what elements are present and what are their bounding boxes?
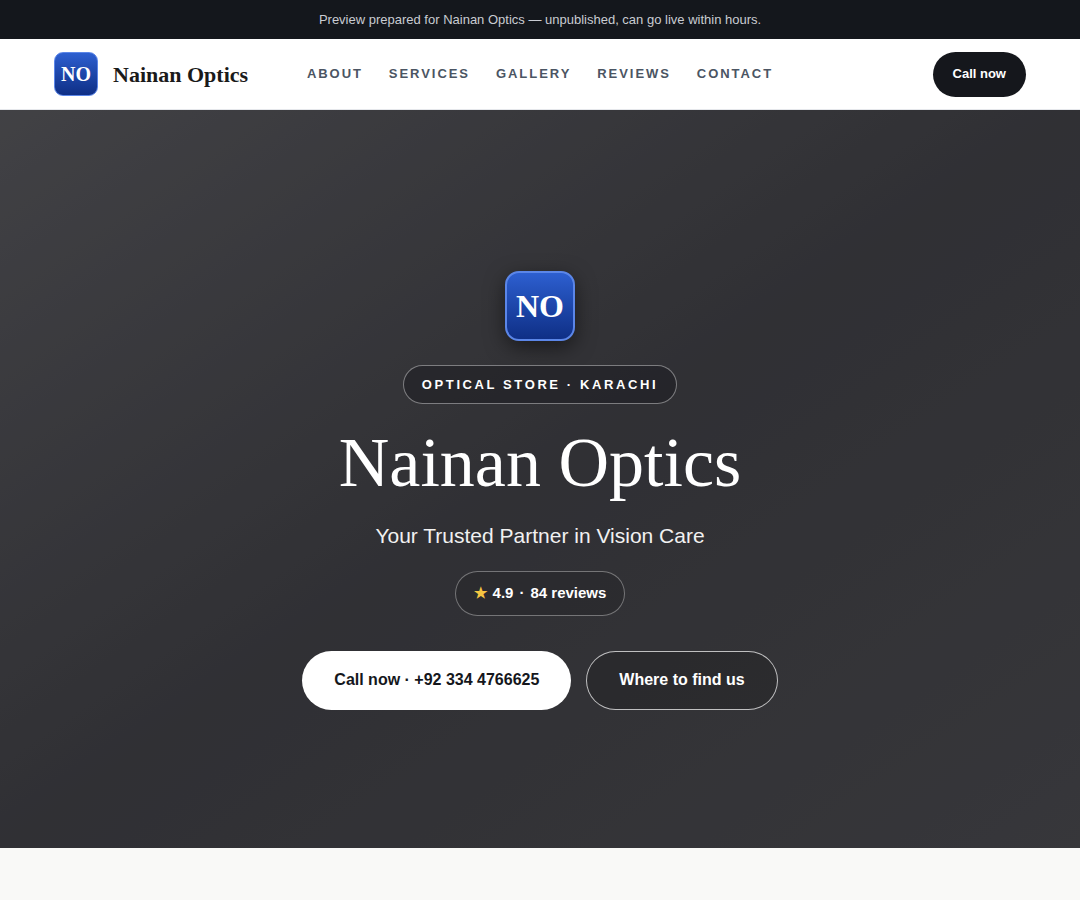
call-button[interactable]: Call now (933, 52, 1026, 97)
nav-link[interactable]: REVIEWS (597, 64, 671, 84)
logo-icon: NO (505, 271, 575, 341)
hero: NO OPTICAL STORE · KARACHI Nainan Optics Yo… (0, 110, 1080, 848)
logo-icon: NO (54, 52, 98, 96)
nav-link[interactable]: CONTACT (697, 64, 773, 84)
hero-buttons: Call now · +92 334 4766625 Where to find … (302, 651, 777, 710)
page: Preview prepared for Nainan Optics — unp… (0, 0, 1080, 900)
preview-banner: Preview prepared for Nainan Optics — unp… (0, 0, 1080, 39)
hero-title: Nainan Optics (339, 426, 741, 500)
nav-link[interactable]: SERVICES (389, 64, 470, 84)
nav-link[interactable]: ABOUT (307, 64, 363, 84)
hero-badge: OPTICAL STORE · KARACHI (403, 365, 677, 405)
nav-link[interactable]: GALLERY (496, 64, 571, 84)
nav-links: ABOUT SERVICES GALLERY REVIEWS CONTACT (307, 64, 773, 84)
directions-button[interactable]: Where to find us (586, 651, 777, 710)
rating-pill: ★4.9·84 reviews (455, 571, 626, 616)
hero-subtitle: Your Trusted Partner in Vision Care (375, 520, 704, 552)
call-now-button[interactable]: Call now · +92 334 4766625 (302, 651, 571, 710)
navbar: NONainan OpticsABOUT SERVICES GALLERY REVIE… (0, 39, 1080, 110)
star-icon: ★ (474, 582, 487, 605)
brand[interactable]: NONainan Optics (54, 52, 307, 96)
